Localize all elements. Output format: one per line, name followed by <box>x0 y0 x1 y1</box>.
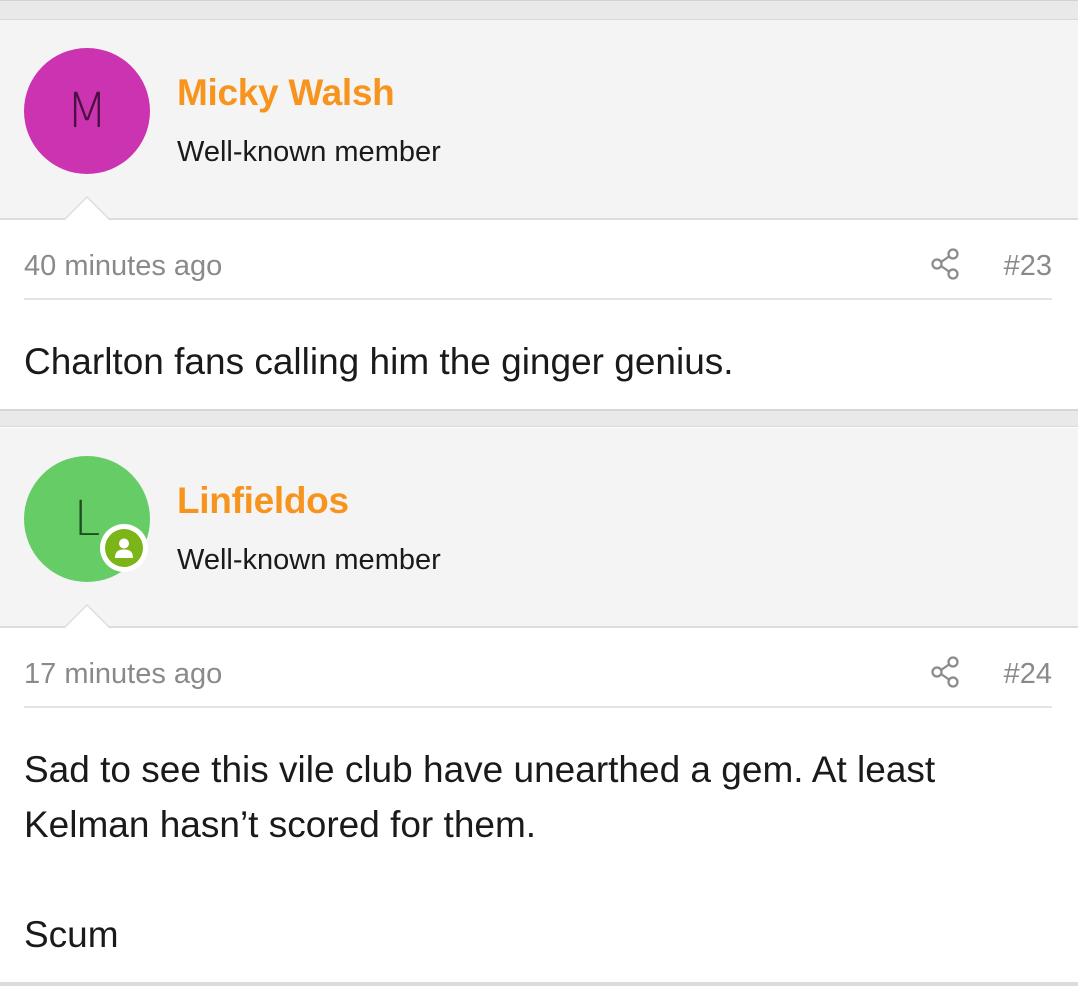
post-time-link[interactable]: 17 minutes ago <box>24 658 222 691</box>
post-24: L Linfieldos Well-known member 17 minute… <box>0 428 1078 962</box>
user-block: L Linfieldos Well-known member <box>0 428 1078 628</box>
message-arrow <box>63 604 111 628</box>
avatar[interactable]: M <box>24 48 150 174</box>
post-time-link[interactable]: 40 minutes ago <box>24 250 222 283</box>
post-body: Sad to see this vile club have unearthed… <box>24 749 936 955</box>
username-link[interactable]: Linfieldos <box>177 480 349 522</box>
thread-feed: M Micky Walsh Well-known member 40 minut… <box>0 0 1078 986</box>
post-body: Charlton fans calling him the ginger gen… <box>24 341 734 382</box>
user-title: Well-known member <box>177 136 441 168</box>
avatar-letter: M <box>66 83 108 139</box>
post-number-link[interactable]: #24 <box>1004 658 1052 691</box>
post-23: M Micky Walsh Well-known member 40 minut… <box>0 20 1078 389</box>
post-separator <box>0 0 1078 20</box>
post-separator <box>0 409 1078 427</box>
share-icon[interactable] <box>930 656 960 688</box>
user-title: Well-known member <box>177 544 441 576</box>
message-arrow <box>63 196 111 220</box>
user-block: M Micky Walsh Well-known member <box>0 20 1078 220</box>
post-separator <box>0 982 1078 986</box>
share-icon[interactable] <box>930 248 960 280</box>
post-meta: 40 minutes ago #23 <box>24 220 1052 300</box>
username-link[interactable]: Micky Walsh <box>177 72 395 114</box>
avatar-letter: L <box>73 491 101 547</box>
post-number-link[interactable]: #23 <box>1004 250 1052 283</box>
user-online-icon <box>105 529 143 567</box>
post-meta: 17 minutes ago #24 <box>24 628 1052 708</box>
online-status-badge <box>100 524 148 572</box>
